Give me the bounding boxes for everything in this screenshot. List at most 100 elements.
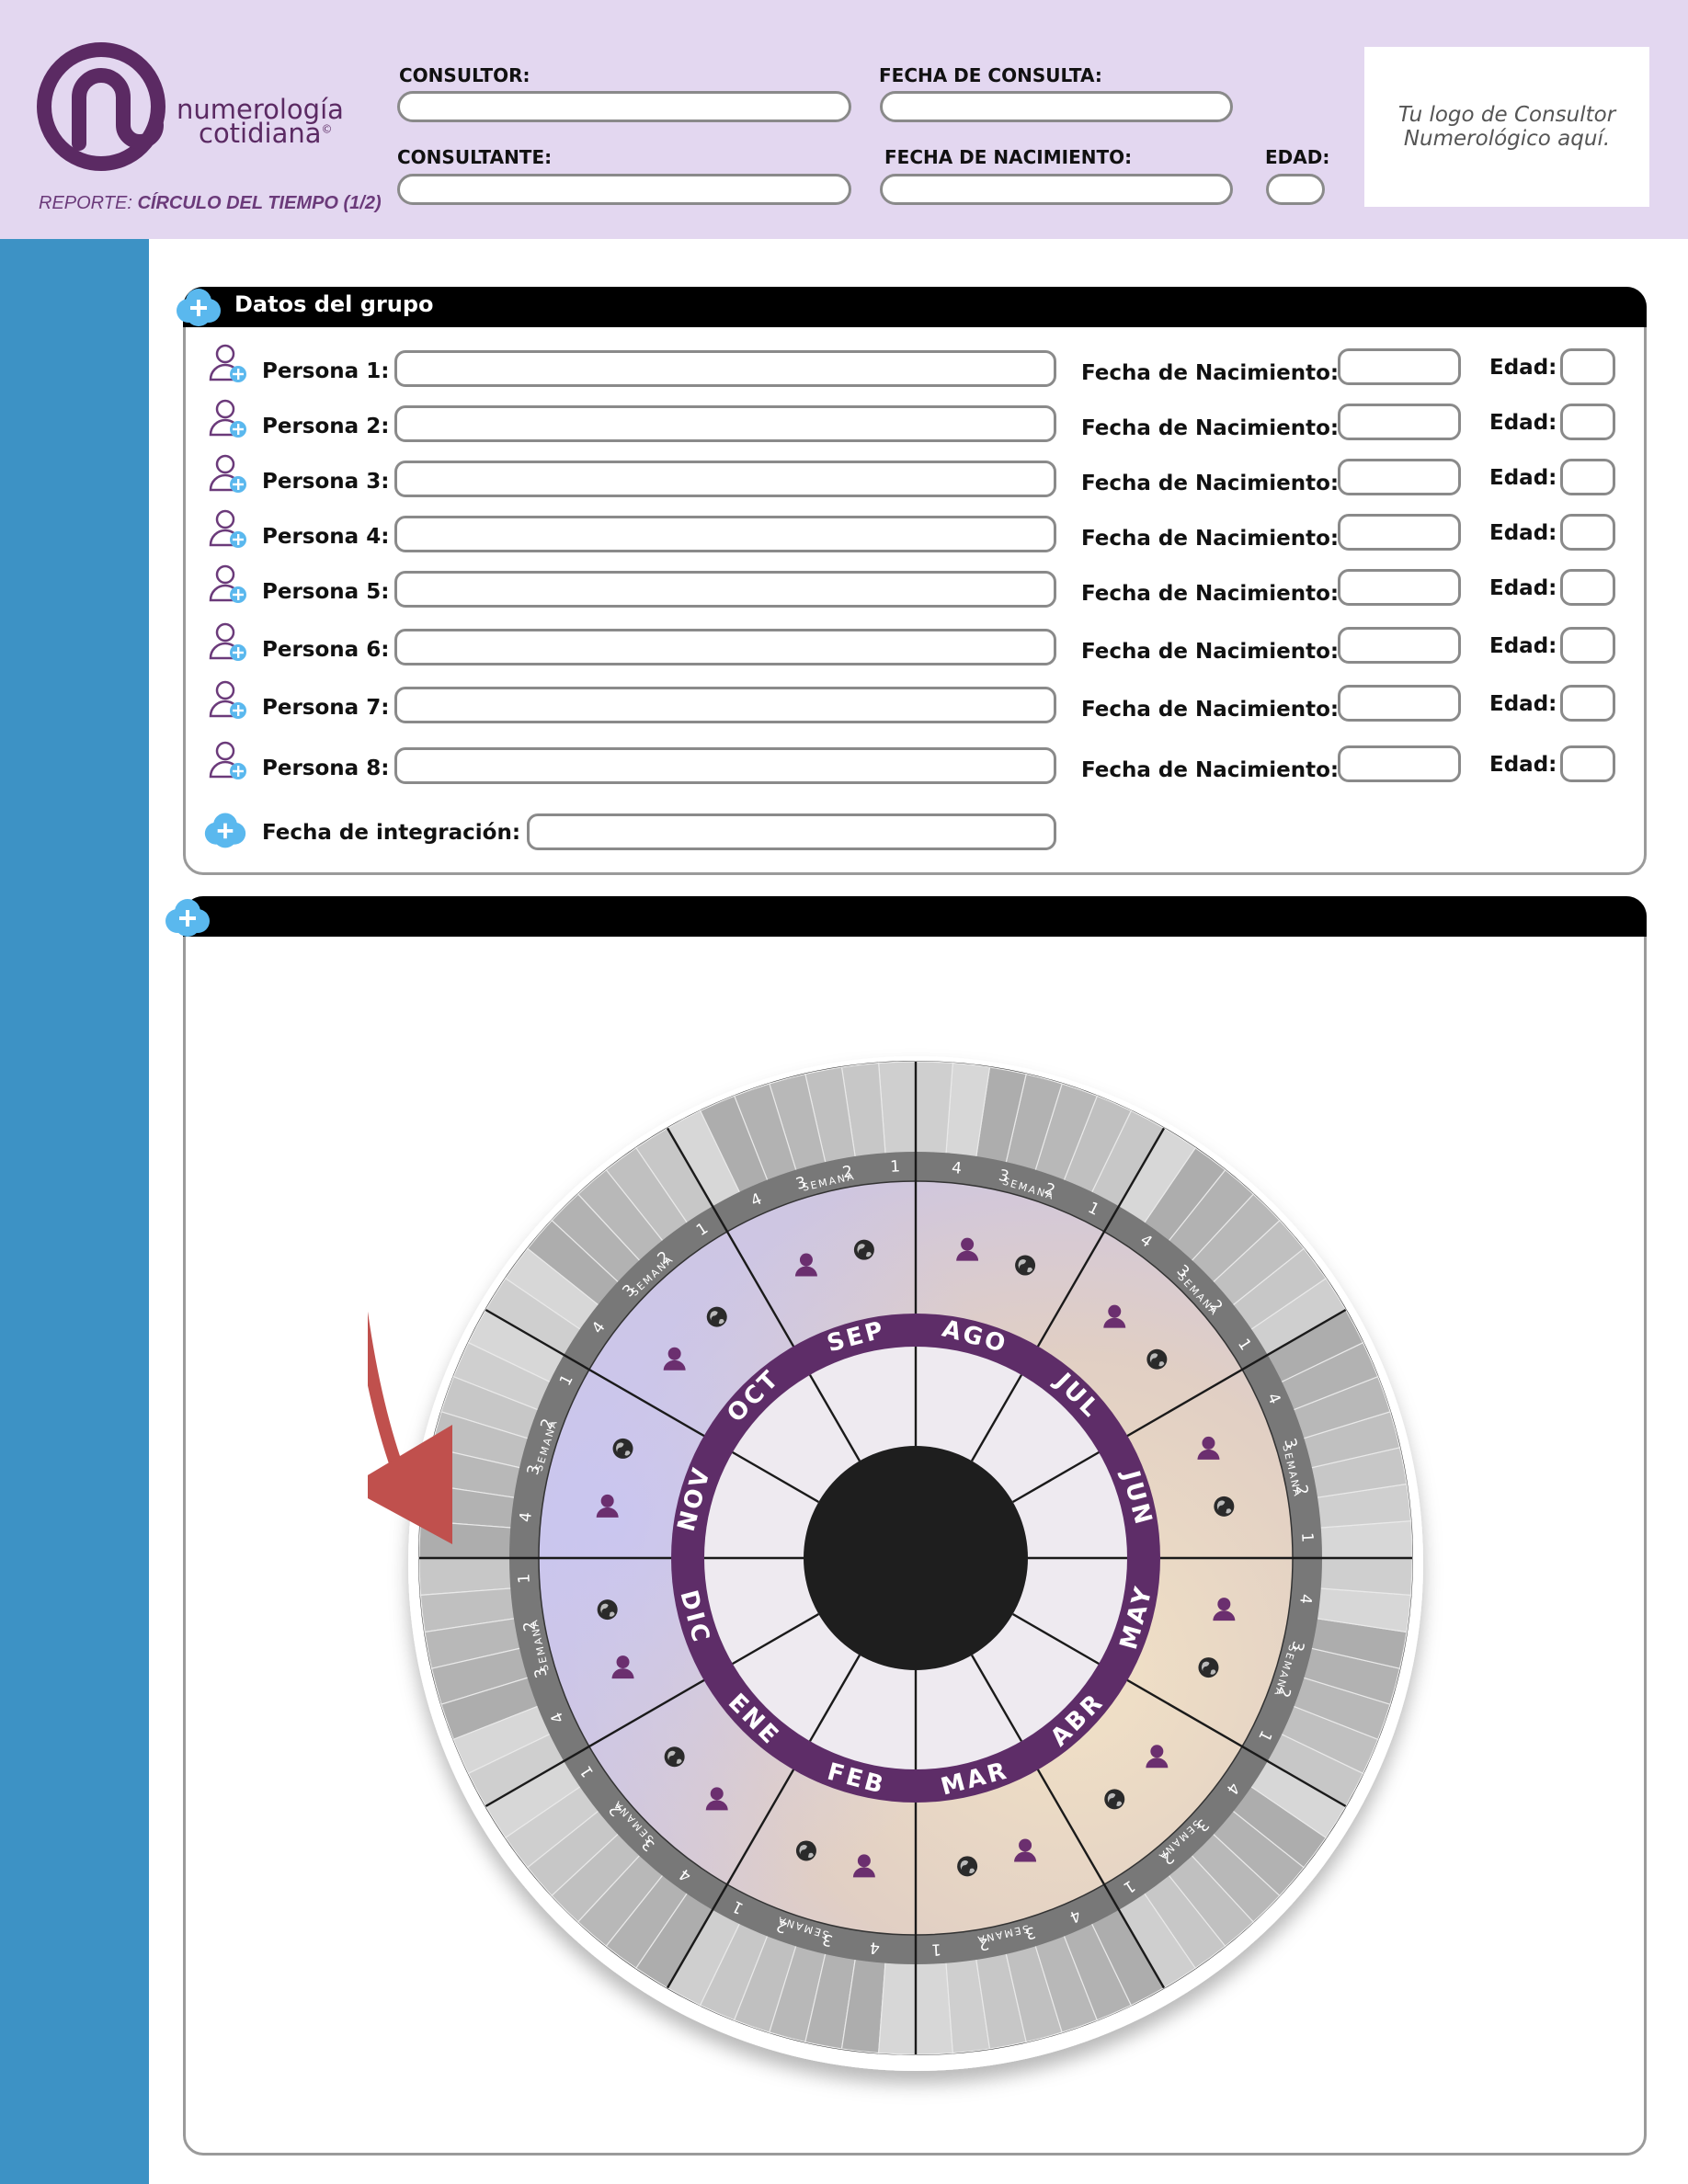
week-number-label: 4: [951, 1159, 963, 1178]
person-label: Persona 1:: [262, 359, 390, 383]
week-number-label: 1: [930, 1939, 941, 1959]
edad-field[interactable]: [1266, 174, 1325, 205]
fecha-nacimiento-field[interactable]: [880, 174, 1233, 205]
person-name-field[interactable]: [394, 516, 1056, 552]
person-name-field[interactable]: [394, 629, 1056, 665]
age-field[interactable]: [1560, 404, 1615, 440]
birth-date-label: Fecha de Nacimiento:: [1081, 698, 1340, 722]
group-data-panel: Datos del grupo Persona 1: Fecha de Nacim…: [183, 287, 1647, 875]
rotation-arrow-icon: [368, 1311, 452, 1544]
consultor-field[interactable]: [397, 91, 851, 122]
person-name-field[interactable]: [394, 461, 1056, 497]
person-add-icon: [207, 451, 251, 495]
globe-icon: [853, 1239, 874, 1260]
time-circle-wheel: 1234SEMANA1234SEMANA1234SEMANA1234SEMANA…: [368, 1056, 1423, 2071]
birth-date-label: Fecha de Nacimiento:: [1081, 527, 1340, 551]
person-add-icon: [207, 396, 251, 440]
brand-name-line2: cotidiana©: [199, 118, 333, 149]
birth-date-label: Fecha de Nacimiento:: [1081, 582, 1340, 606]
birth-date-field[interactable]: [1338, 685, 1461, 722]
age-field[interactable]: [1560, 627, 1615, 664]
age-field[interactable]: [1560, 348, 1615, 385]
age-label: Edad:: [1489, 753, 1557, 777]
person-label: Persona 8:: [262, 756, 390, 780]
age-label: Edad:: [1489, 356, 1557, 380]
wheel-center: [804, 1446, 1028, 1670]
globe-icon: [1146, 1348, 1168, 1370]
week-number-label: 4: [869, 1938, 881, 1957]
integration-date-label: Fecha de integración:: [262, 821, 521, 845]
group-panel-title: Datos del grupo: [234, 291, 434, 317]
person-name-field[interactable]: [394, 687, 1056, 723]
birth-date-field[interactable]: [1338, 627, 1461, 664]
globe-icon: [597, 1599, 618, 1621]
age-field[interactable]: [1560, 745, 1615, 782]
plus-cloud-icon: [203, 808, 247, 852]
person-label: Persona 6:: [262, 638, 390, 662]
time-circle-panel-header: [183, 896, 1647, 937]
age-label: Edad:: [1489, 692, 1557, 716]
globe-icon: [1104, 1789, 1125, 1810]
fecha-nacimiento-label: FECHA DE NACIMIENTO:: [884, 146, 1133, 168]
person-name-field[interactable]: [394, 747, 1056, 784]
edad-label: EDAD:: [1265, 146, 1330, 168]
person-name-field[interactable]: [394, 405, 1056, 442]
person-label: Persona 4:: [262, 525, 390, 549]
age-field[interactable]: [1560, 514, 1615, 551]
birth-date-field[interactable]: [1338, 348, 1461, 385]
plus-cloud-icon: [177, 289, 221, 326]
birth-date-field[interactable]: [1338, 404, 1461, 440]
group-panel-header: Datos del grupo: [183, 287, 1647, 327]
person-add-icon: [207, 341, 251, 385]
consultante-label: CONSULTANTE:: [397, 146, 553, 168]
person-label: Persona 7:: [262, 696, 390, 720]
week-number-label: 1: [1297, 1532, 1317, 1543]
globe-icon: [795, 1840, 816, 1861]
left-sidebar: [0, 239, 149, 2184]
person-label: Persona 5:: [262, 580, 390, 604]
age-field[interactable]: [1560, 569, 1615, 606]
plus-cloud-icon: [165, 899, 210, 937]
birth-date-label: Fecha de Nacimiento:: [1081, 758, 1340, 782]
birth-date-field[interactable]: [1338, 745, 1461, 782]
globe-icon: [1198, 1657, 1219, 1678]
age-label: Edad:: [1489, 521, 1557, 545]
person-add-icon: [207, 506, 251, 551]
person-add-icon: [207, 738, 251, 782]
fecha-consulta-label: FECHA DE CONSULTA:: [879, 64, 1102, 86]
globe-icon: [664, 1746, 685, 1768]
age-field[interactable]: [1560, 685, 1615, 722]
person-name-field[interactable]: [394, 571, 1056, 608]
birth-date-field[interactable]: [1338, 459, 1461, 495]
person-add-icon: [207, 562, 251, 606]
person-add-icon: [207, 620, 251, 664]
age-label: Edad:: [1489, 634, 1557, 658]
age-label: Edad:: [1489, 411, 1557, 435]
globe-icon: [1214, 1496, 1235, 1517]
age-field[interactable]: [1560, 459, 1615, 495]
globe-icon: [706, 1306, 727, 1327]
person-add-icon: [207, 677, 251, 722]
consultante-field[interactable]: [397, 174, 851, 205]
week-number-label: 1: [890, 1157, 901, 1177]
consultor-label: CONSULTOR:: [399, 64, 530, 86]
birth-date-field[interactable]: [1338, 569, 1461, 606]
week-number-label: 4: [517, 1511, 536, 1523]
numerologia-logo-icon: [37, 42, 165, 171]
globe-icon: [612, 1438, 633, 1459]
report-title: REPORTE: CÍRCULO DEL TIEMPO (1/2): [39, 193, 382, 213]
birth-date-label: Fecha de Nacimiento:: [1081, 640, 1340, 664]
person-label: Persona 3:: [262, 470, 390, 494]
fecha-consulta-field[interactable]: [880, 91, 1233, 122]
week-number-label: 1: [515, 1573, 534, 1584]
age-label: Edad:: [1489, 466, 1557, 490]
birth-date-label: Fecha de Nacimiento:: [1081, 416, 1340, 440]
consultant-logo-placeholder: Tu logo de Consultor Numerológico aquí.: [1364, 47, 1649, 207]
globe-icon: [1015, 1255, 1036, 1276]
globe-icon: [957, 1856, 978, 1877]
age-label: Edad:: [1489, 576, 1557, 600]
page-header: numerología cotidiana© REPORTE: CÍRCULO …: [0, 0, 1688, 239]
birth-date-field[interactable]: [1338, 514, 1461, 551]
person-name-field[interactable]: [394, 350, 1056, 387]
integration-date-field[interactable]: [527, 813, 1056, 850]
